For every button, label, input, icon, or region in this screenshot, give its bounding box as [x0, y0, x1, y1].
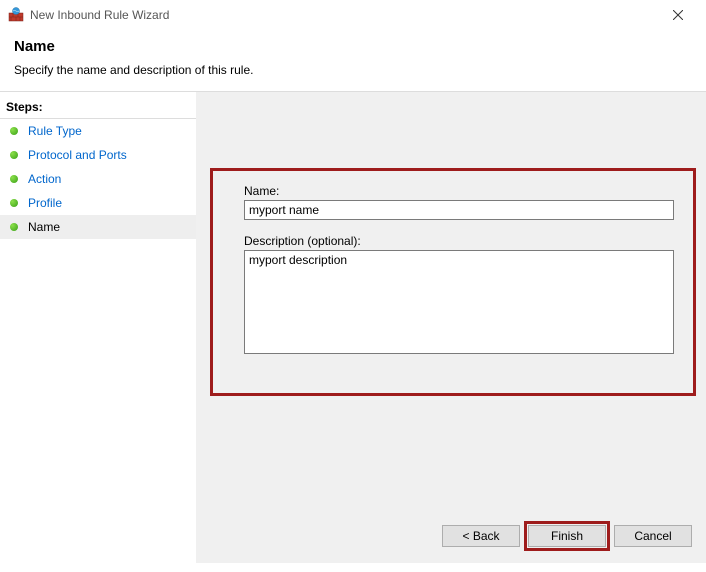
content-area: Steps: Rule Type Protocol and Ports Acti… — [0, 91, 706, 563]
firewall-icon — [8, 7, 24, 23]
form-area: Name: Description (optional): — [196, 168, 706, 357]
step-bullet-icon — [10, 175, 18, 183]
step-label: Protocol and Ports — [28, 148, 127, 162]
steps-header: Steps: — [0, 98, 196, 119]
annotation-finish-highlight: Finish — [528, 525, 606, 547]
description-input[interactable] — [244, 250, 674, 354]
step-name[interactable]: Name — [0, 215, 196, 239]
main-panel: Name: Description (optional): < Back Fin… — [196, 92, 706, 563]
step-protocol-ports[interactable]: Protocol and Ports — [0, 143, 196, 167]
back-button[interactable]: < Back — [442, 525, 520, 547]
finish-button[interactable]: Finish — [528, 525, 606, 547]
step-label: Name — [28, 220, 60, 234]
step-profile[interactable]: Profile — [0, 191, 196, 215]
close-button[interactable] — [658, 1, 698, 29]
window-title: New Inbound Rule Wizard — [30, 8, 658, 22]
step-label: Profile — [28, 196, 62, 210]
step-bullet-icon — [10, 151, 18, 159]
titlebar: New Inbound Rule Wizard — [0, 0, 706, 30]
step-bullet-icon — [10, 127, 18, 135]
steps-sidebar: Steps: Rule Type Protocol and Ports Acti… — [0, 92, 196, 563]
page-header: Name Specify the name and description of… — [0, 30, 706, 91]
button-row: < Back Finish Cancel — [442, 525, 692, 547]
step-label: Rule Type — [28, 124, 82, 138]
cancel-button[interactable]: Cancel — [614, 525, 692, 547]
description-label: Description (optional): — [244, 234, 676, 248]
step-bullet-icon — [10, 223, 18, 231]
name-label: Name: — [244, 184, 676, 198]
step-bullet-icon — [10, 199, 18, 207]
page-description: Specify the name and description of this… — [14, 63, 692, 77]
step-action[interactable]: Action — [0, 167, 196, 191]
step-rule-type[interactable]: Rule Type — [0, 119, 196, 143]
step-label: Action — [28, 172, 61, 186]
name-input[interactable] — [244, 200, 674, 220]
page-title: Name — [14, 38, 692, 55]
